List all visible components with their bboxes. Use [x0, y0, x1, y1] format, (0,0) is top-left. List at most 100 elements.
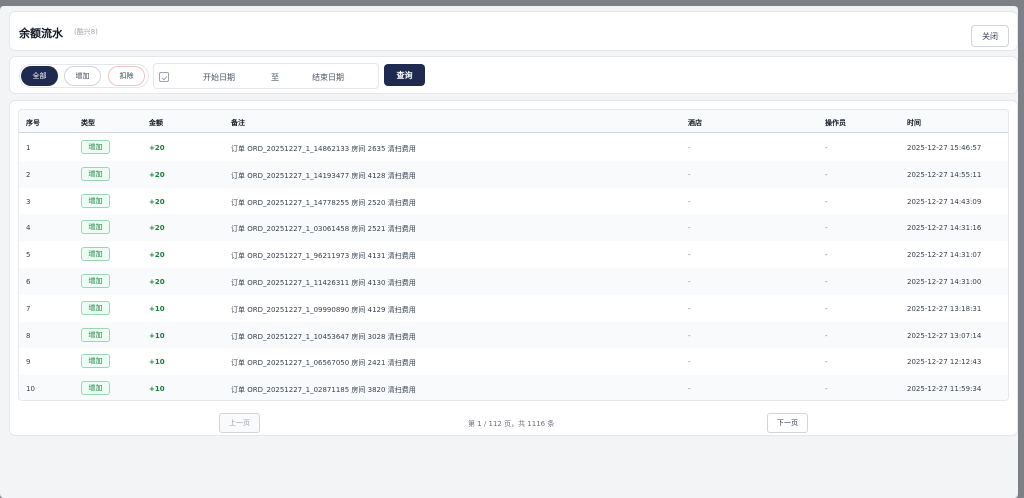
- calendar-icon: [159, 72, 169, 82]
- type-segmented-control: 全部 增加 扣除: [19, 64, 149, 88]
- row-hotel: -: [688, 197, 691, 206]
- type-badge: 增加: [81, 327, 110, 342]
- row-hotel: -: [688, 358, 691, 367]
- row-operator: -: [825, 170, 828, 179]
- prev-page-button[interactable]: 上一页: [219, 413, 260, 433]
- balance-table: 序号 类型 金额 备注 酒店 操作员 时间 1 增加 +20 订单 ORD_20251…: [18, 109, 1009, 401]
- row-note: 订单 ORD_20251227_1_14193477 房间 4128 清扫费用: [231, 171, 416, 180]
- row-index: 2: [26, 170, 31, 179]
- row-operator: -: [825, 385, 828, 394]
- row-amount: +20: [149, 278, 165, 286]
- close-button[interactable]: 关闭: [971, 25, 1009, 47]
- row-amount: +20: [149, 197, 165, 206]
- row-time: 2025-12-27 13:18:31: [907, 304, 982, 313]
- table-row: 4 增加 +20 订单 ORD_20251227_1_03061458 房间 2521…: [19, 214, 1008, 242]
- row-note: 订单 ORD_20251227_1_96211973 房间 4131 清扫费用: [231, 252, 416, 261]
- row-time: 2025-12-27 14:31:16: [907, 224, 982, 233]
- row-hotel: -: [688, 385, 691, 394]
- date-range-picker[interactable]: 开始日期 至 结束日期: [153, 63, 379, 89]
- table-row: 5 增加 +20 订单 ORD_20251227_1_96211973 房间 4131…: [19, 241, 1008, 269]
- filter-bar: 全部 增加 扣除 开始日期 至 结束日期 查询: [9, 56, 1018, 94]
- type-badge: 增加: [81, 381, 110, 396]
- row-operator: -: [825, 144, 828, 152]
- row-time: 2025-12-27 13:07:14: [907, 331, 982, 340]
- type-badge: 增加: [81, 140, 110, 154]
- row-hotel: -: [688, 331, 691, 340]
- row-amount: +10: [149, 385, 165, 394]
- row-amount: +20: [149, 224, 165, 233]
- row-time: 2025-12-27 12:12:43: [907, 358, 982, 367]
- table-row: 7 增加 +10 订单 ORD_20251227_1_09990890 房间 4129…: [19, 294, 1008, 322]
- row-operator: -: [825, 278, 828, 286]
- row-note: 订单 ORD_20251227_1_02871185 房间 3820 清扫费用: [231, 386, 416, 395]
- start-date-input[interactable]: 开始日期: [203, 72, 235, 83]
- row-hotel: -: [688, 304, 691, 313]
- row-hotel: -: [688, 170, 691, 179]
- row-hotel: -: [688, 251, 691, 260]
- type-badge: 增加: [81, 274, 110, 288]
- row-note: 订单 ORD_20251227_1_14778255 房间 2520 清扫费用: [231, 198, 416, 207]
- row-time: 2025-12-27 14:43:09: [907, 197, 982, 206]
- date-separator: 至: [271, 73, 279, 82]
- row-operator: -: [825, 304, 828, 313]
- row-note: 订单 ORD_20251227_1_06567050 房间 2421 清扫费用: [231, 359, 416, 368]
- col-hotel: 酒店: [688, 119, 702, 127]
- row-amount: +20: [149, 251, 165, 260]
- row-time: 2025-12-27 14:31:07: [907, 251, 982, 260]
- row-operator: -: [825, 224, 828, 233]
- page-scrollbar[interactable]: [1018, 6, 1024, 498]
- table-row: 1 增加 +20 订单 ORD_20251227_1_14862133 房间 2635…: [19, 134, 1008, 161]
- row-index: 9: [26, 358, 31, 367]
- col-index: 序号: [26, 119, 40, 127]
- row-note: 订单 ORD_20251227_1_14862133 房间 2635 清扫费用: [231, 145, 416, 153]
- row-operator: -: [825, 251, 828, 260]
- row-time: 2025-12-27 11:59:34: [907, 385, 982, 394]
- row-amount: +10: [149, 331, 165, 340]
- type-badge: 增加: [81, 300, 110, 315]
- row-index: 1: [26, 144, 31, 152]
- row-note: 订单 ORD_20251227_1_11426311 房间 4130 清扫费用: [231, 279, 416, 287]
- table-card: 序号 类型 金额 备注 酒店 操作员 时间 1 增加 +20 订单 ORD_20251…: [9, 100, 1018, 436]
- segment-add[interactable]: 增加: [64, 66, 101, 86]
- table-header: 序号 类型 金额 备注 酒店 操作员 时间: [19, 110, 1008, 133]
- row-time: 2025-12-27 14:55:11: [907, 170, 982, 179]
- end-date-input[interactable]: 结束日期: [312, 72, 344, 83]
- row-hotel: -: [688, 144, 691, 152]
- row-note: 订单 ORD_20251227_1_10453647 房间 3028 清扫费用: [231, 332, 416, 341]
- col-time: 时间: [907, 119, 921, 127]
- table-row: 6 增加 +20 订单 ORD_20251227_1_11426311 房间 4130…: [19, 268, 1008, 295]
- table-row: 9 增加 +10 订单 ORD_20251227_1_06567050 房间 2421…: [19, 348, 1008, 376]
- row-note: 订单 ORD_20251227_1_09990890 房间 4129 清扫费用: [231, 305, 416, 314]
- table-row: 10 增加 +10 订单 ORD_20251227_1_02871185 房间 382…: [19, 375, 1008, 400]
- table-row: 3 增加 +20 订单 ORD_20251227_1_14778255 房间 2520…: [19, 187, 1008, 215]
- col-amount: 金额: [149, 119, 163, 127]
- row-amount: +20: [149, 144, 165, 152]
- row-operator: -: [825, 358, 828, 367]
- row-index: 8: [26, 331, 31, 340]
- balance-flow-modal: 余额流水 (酷兴8) 关闭 全部 增加 扣除 开始日期 至 结束日期 查询 序号…: [0, 6, 1018, 498]
- query-button[interactable]: 查询: [384, 64, 425, 86]
- row-amount: +20: [149, 170, 165, 179]
- col-note: 备注: [231, 119, 245, 127]
- row-operator: -: [825, 197, 828, 206]
- type-badge: 增加: [81, 247, 110, 262]
- segment-all[interactable]: 全部: [21, 66, 58, 86]
- row-time: 2025-12-27 15:46:57: [907, 144, 982, 152]
- type-badge: 增加: [81, 354, 110, 369]
- row-index: 4: [26, 224, 31, 233]
- row-amount: +10: [149, 358, 165, 367]
- page-subtitle: (酷兴8): [74, 28, 98, 36]
- row-note: 订单 ORD_20251227_1_03061458 房间 2521 清扫费用: [231, 225, 416, 234]
- type-badge: 增加: [81, 220, 110, 235]
- table-row: 2 增加 +20 订单 ORD_20251227_1_14193477 房间 4128…: [19, 160, 1008, 188]
- next-page-button[interactable]: 下一页: [767, 413, 808, 433]
- segment-deduct[interactable]: 扣除: [108, 66, 145, 86]
- type-badge: 增加: [81, 193, 110, 208]
- row-index: 7: [26, 304, 31, 313]
- table-row: 8 增加 +10 订单 ORD_20251227_1_10453647 房间 3028…: [19, 321, 1008, 349]
- col-type: 类型: [81, 119, 95, 127]
- row-index: 10: [26, 385, 35, 394]
- col-operator: 操作员: [825, 119, 846, 127]
- modal-header: 余额流水 (酷兴8) 关闭: [9, 11, 1018, 51]
- row-hotel: -: [688, 224, 691, 233]
